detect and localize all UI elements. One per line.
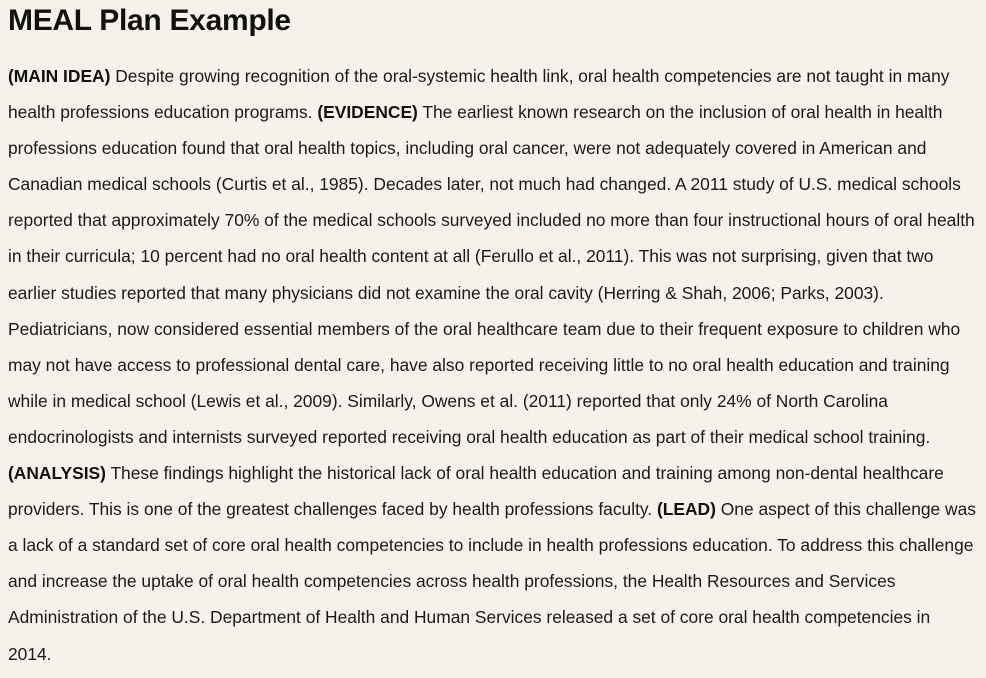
main-idea-label: (MAIN IDEA)	[8, 66, 111, 86]
document-page: MEAL Plan Example (MAIN IDEA) Despite gr…	[0, 0, 986, 672]
evidence-text: The earliest known research on the inclu…	[8, 102, 975, 447]
lead-label: (LEAD)	[656, 499, 716, 520]
meal-paragraph: (MAIN IDEA) Despite growing recognition …	[8, 58, 978, 672]
evidence-label: (EVIDENCE)	[317, 102, 418, 123]
page-title: MEAL Plan Example	[8, 4, 291, 37]
lead-text: One aspect of this challenge was a lack …	[8, 499, 976, 664]
analysis-label: (ANALYSIS)	[8, 463, 106, 484]
